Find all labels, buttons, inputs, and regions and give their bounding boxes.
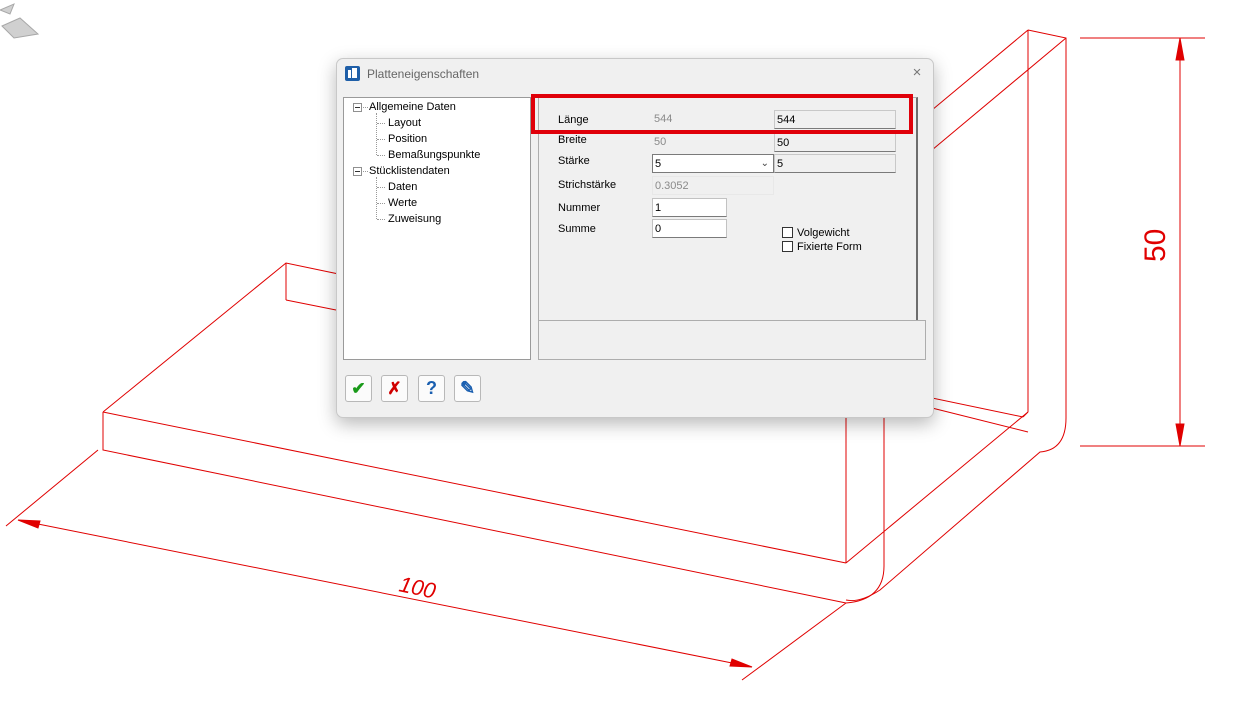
base-plate-front	[102, 412, 847, 604]
properties-panel: Länge 544 544 Breite 50 50 Stärke 5 ⌄ 5 …	[538, 97, 918, 322]
tree-item-werte[interactable]: Werte	[388, 195, 417, 211]
dimension-length-label: 100	[397, 571, 439, 603]
strichstaerke-value: 0.3052	[652, 176, 774, 195]
base-plate-top	[102, 411, 847, 564]
ok-button[interactable]: ✔	[345, 375, 372, 402]
nummer-label: Nummer	[558, 202, 601, 214]
collapse-icon[interactable]	[353, 103, 362, 112]
help-button[interactable]: ?	[418, 375, 445, 402]
staerke-input[interactable]: 5	[774, 154, 896, 173]
nummer-input[interactable]: 1	[652, 198, 727, 217]
tree-item-daten[interactable]: Daten	[388, 179, 417, 195]
breite-label: Breite	[558, 134, 587, 146]
dialog-titlebar[interactable]: Platteneigenschaften ×	[337, 59, 933, 89]
tree-item-zuweisung[interactable]: Zuweisung	[388, 211, 441, 227]
strichstaerke-label: Strichstärke	[558, 179, 617, 191]
question-icon: ?	[426, 378, 437, 398]
edit-button[interactable]: ✎	[454, 375, 481, 402]
tree-item-bemassungspunkte[interactable]: Bemaßungspunkte	[388, 147, 480, 163]
breite-input[interactable]: 50	[774, 133, 896, 152]
summe-label: Summe	[558, 223, 596, 235]
laenge-input[interactable]: 544	[774, 110, 896, 129]
cross-icon: ✗	[387, 379, 402, 398]
breite-value: 50	[654, 136, 667, 148]
fixierte-form-label: Fixierte Form	[797, 241, 862, 253]
laenge-value: 544	[654, 113, 673, 125]
fixierte-form-checkbox[interactable]	[782, 241, 793, 252]
chevron-down-icon[interactable]: ⌄	[761, 154, 769, 173]
dialog-title: Platteneigenschaften	[367, 67, 480, 81]
platteneigenschaften-dialog: Platteneigenschaften × Allgemeine Daten …	[336, 58, 934, 418]
checkmark-icon: ✔	[351, 379, 366, 398]
tree-item-layout[interactable]: Layout	[388, 115, 421, 131]
tree-group-stuecklistendaten[interactable]: Stücklistendaten	[369, 163, 450, 179]
collapse-icon[interactable]	[353, 167, 362, 176]
staerke-select[interactable]: 5 ⌄	[652, 154, 774, 173]
staerke-select-value: 5	[655, 158, 662, 170]
app-icon	[345, 66, 360, 81]
volgewicht-checkbox[interactable]	[782, 227, 793, 238]
cancel-button[interactable]: ✗	[381, 375, 408, 402]
category-tree[interactable]: Allgemeine Daten Layout Position Bemaßun…	[343, 97, 531, 360]
volgewicht-label: Volgewicht	[797, 227, 850, 239]
dimension-height-label: 50	[1139, 229, 1172, 262]
close-button[interactable]: ×	[909, 65, 925, 81]
lower-panel	[538, 320, 926, 360]
staerke-label: Stärke	[558, 155, 590, 167]
vertical-plate	[1027, 29, 1067, 418]
tree-item-position[interactable]: Position	[388, 131, 427, 147]
view-gizmo-icon	[0, 3, 40, 39]
tree-group-allgemeine-daten[interactable]: Allgemeine Daten	[369, 99, 456, 115]
pencil-edit-icon: ✎	[459, 378, 476, 398]
laenge-label: Länge	[558, 114, 589, 126]
summe-input[interactable]: 0	[652, 219, 727, 238]
